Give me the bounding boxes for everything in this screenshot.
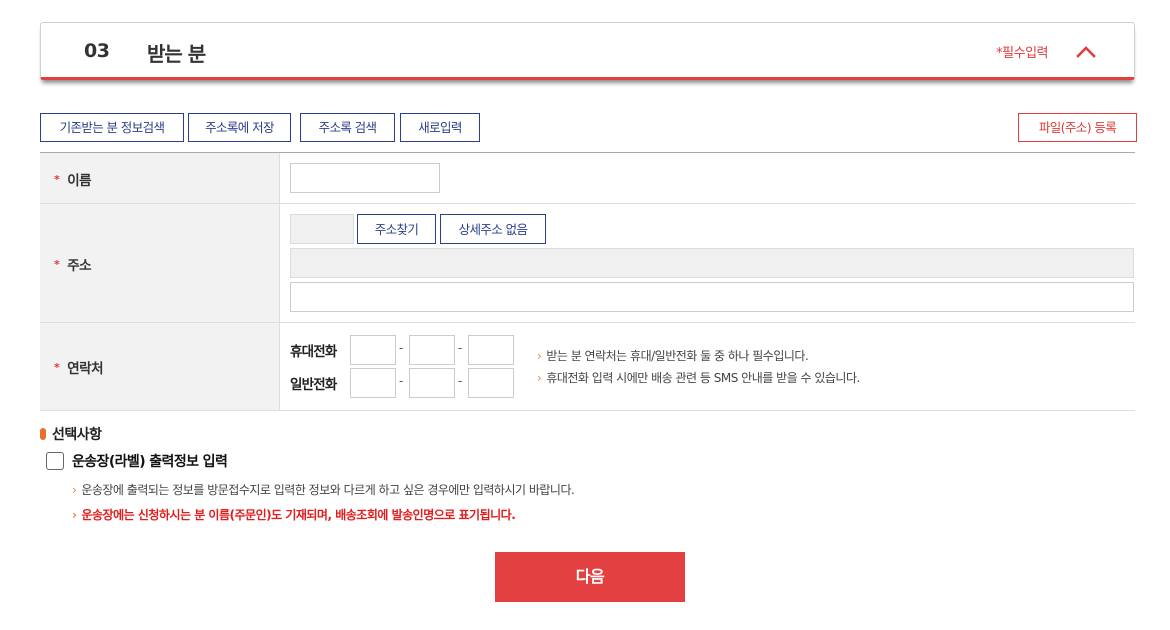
optional-note-text: 운송장에 출력되는 정보를 방문접수지로 입력한 정보와 다르게 하고 싶은 경… [81, 483, 575, 497]
contact-row: * 연락처 휴대전화 - - 일반전화 - - › 받는 분 연락처는 휴대/일반전… [40, 323, 1135, 411]
phone-part1-input[interactable] [350, 368, 396, 398]
label-info-checkbox[interactable] [46, 452, 64, 470]
dash: - [458, 341, 463, 355]
contact-label: * 연락처 [54, 357, 104, 377]
section-title: 받는 분 [147, 42, 206, 66]
recipient-form: * 이름 * 주소 주소찾기 상세주소 없음 * 연락처 휴대전화 - - 일반… [40, 152, 1135, 411]
no-detail-address-button[interactable]: 상세주소 없음 [440, 214, 546, 244]
optional-note: › 운송장에 출력되는 정보를 방문접수지로 입력한 정보와 다르게 하고 싶은 … [72, 483, 575, 497]
phone-label: 일반전화 [290, 377, 337, 393]
optional-title-text: 선택사항 [52, 427, 102, 443]
required-star: * [54, 258, 60, 271]
postcode-input[interactable] [290, 214, 354, 244]
save-to-address-book-button[interactable]: 주소록에 저장 [188, 113, 291, 142]
search-address-book-button[interactable]: 주소록 검색 [300, 113, 395, 142]
file-address-register-button[interactable]: 파일(주소) 등록 [1018, 113, 1137, 142]
chevron-up-icon[interactable] [1074, 41, 1098, 61]
detail-address-input[interactable] [290, 282, 1134, 312]
name-content-cell [280, 153, 1135, 203]
address-row: * 주소 주소찾기 상세주소 없음 [40, 204, 1135, 323]
optional-section-title: 선택사항 [40, 424, 102, 444]
address-label-text: 주소 [67, 258, 92, 274]
bullet-bar [40, 428, 46, 440]
dash: - [458, 374, 463, 388]
name-row: * 이름 [40, 153, 1135, 204]
mobile-part1-input[interactable] [350, 335, 396, 365]
contact-label-text: 연락처 [67, 361, 104, 377]
contact-note-text: 휴대전화 입력 시에만 배송 관련 등 SMS 안내를 받을 수 있습니다. [546, 371, 860, 385]
name-label-text: 이름 [67, 173, 92, 189]
mobile-label: 휴대전화 [290, 344, 337, 360]
address-label: * 주소 [54, 254, 92, 274]
find-address-button[interactable]: 주소찾기 [357, 214, 436, 244]
mobile-part2-input[interactable] [409, 335, 455, 365]
optional-warning-text: 운송장에는 신청하시는 분 이름(주문인)도 기재되며, 배송조회에 발송인명으… [81, 508, 516, 522]
required-star: * [54, 173, 60, 186]
contact-label-cell: * 연락처 [40, 323, 280, 410]
name-input[interactable] [290, 163, 440, 193]
address-label-cell: * 주소 [40, 204, 280, 322]
mobile-part3-input[interactable] [468, 335, 514, 365]
contact-note-text: 받는 분 연락처는 휴대/일반전화 둘 중 하나 필수입니다. [546, 349, 809, 363]
contact-content-cell: 휴대전화 - - 일반전화 - - › 받는 분 연락처는 휴대/일반전화 둘 중… [280, 323, 1135, 410]
required-note: *필수입력 [996, 46, 1048, 61]
name-label-cell: * 이름 [40, 153, 280, 203]
required-star: * [54, 361, 60, 374]
new-input-button[interactable]: 새로입력 [400, 113, 480, 142]
label-info-checkbox-row[interactable]: 운송장(라벨) 출력정보 입력 [46, 451, 228, 471]
phone-part2-input[interactable] [409, 368, 455, 398]
next-button[interactable]: 다음 [495, 552, 685, 602]
road-address-input[interactable] [290, 248, 1134, 278]
phone-part3-input[interactable] [468, 368, 514, 398]
contact-note: › 받는 분 연락처는 휴대/일반전화 둘 중 하나 필수입니다. [537, 349, 809, 363]
address-content-cell: 주소찾기 상세주소 없음 [280, 204, 1135, 322]
dash: - [399, 374, 404, 388]
label-info-checkbox-label[interactable]: 운송장(라벨) 출력정보 입력 [72, 451, 228, 471]
section-number: 03 [84, 40, 110, 62]
search-previous-recipient-button[interactable]: 기존받는 분 정보검색 [40, 113, 184, 142]
name-label: * 이름 [54, 169, 92, 189]
dash: - [399, 341, 404, 355]
section-header-card: 03 받는 분 *필수입력 [40, 22, 1135, 80]
optional-warning: › 운송장에는 신청하시는 분 이름(주문인)도 기재되며, 배송조회에 발송인명… [72, 508, 516, 522]
contact-note: › 휴대전화 입력 시에만 배송 관련 등 SMS 안내를 받을 수 있습니다. [537, 371, 860, 385]
